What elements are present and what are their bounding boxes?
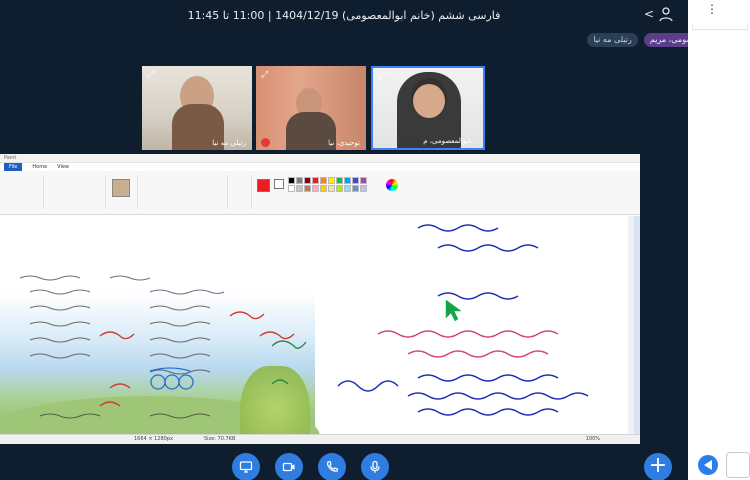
shapes-group[interactable] <box>140 175 228 209</box>
shared-screen: Paint File Home View 1664 × 1280px Size:… <box>0 154 640 444</box>
expand-icon[interactable]: ⤢ <box>378 72 388 82</box>
color-swatch[interactable] <box>328 177 335 184</box>
color-swatch[interactable] <box>336 177 343 184</box>
user-icon <box>659 7 673 22</box>
paint-ribbon <box>0 171 640 215</box>
paint-status-bar: 1664 × 1280px Size: 70.7KB 100% <box>0 434 640 444</box>
expand-icon[interactable]: ⤢ <box>261 70 271 80</box>
color1-swatch[interactable] <box>257 179 270 192</box>
screen-share-icon <box>239 461 253 473</box>
screen-share-button[interactable] <box>232 453 260 480</box>
color-swatch[interactable] <box>344 185 351 192</box>
user-menu[interactable]: < <box>644 6 674 22</box>
canvas-dimensions: 1664 × 1280px <box>134 436 173 442</box>
color-swatch[interactable] <box>296 185 303 192</box>
color-swatch[interactable] <box>312 185 319 192</box>
meeting-title: فارسی ششم (خانم ابوالمعصومی) 1404/12/19 … <box>187 9 501 22</box>
textbook-text-image <box>19 275 307 419</box>
video-tile[interactable]: ⤢ توحیدی، نیا <box>256 66 366 150</box>
handwritten-notes-image <box>337 224 589 416</box>
phone-button[interactable] <box>318 453 346 480</box>
clipboard-group[interactable] <box>4 175 44 209</box>
video-tile[interactable]: ⤢ رتیلی مه نیا <box>142 66 252 150</box>
send-icon[interactable] <box>698 455 718 475</box>
color-swatch[interactable] <box>288 185 295 192</box>
chat-panel-header <box>692 24 748 30</box>
brush-icon[interactable] <box>112 179 130 197</box>
textbook-page-image <box>0 216 320 434</box>
call-controls <box>232 453 389 480</box>
zoom-level: 100% <box>585 436 600 442</box>
color-swatch[interactable] <box>360 185 367 192</box>
image-group[interactable] <box>46 175 106 209</box>
color-swatch[interactable] <box>352 177 359 184</box>
microphone-icon <box>370 460 380 473</box>
file-size: Size: 70.7KB <box>204 436 236 442</box>
more-vertical-icon[interactable]: ⋮ <box>706 2 718 16</box>
color-swatch[interactable] <box>312 177 319 184</box>
color2-swatch[interactable] <box>274 179 284 189</box>
color-palette[interactable] <box>288 177 367 192</box>
color-swatch[interactable] <box>304 185 311 192</box>
video-name: رتیلی مه نیا <box>212 139 246 147</box>
participant-name: رتیلی مه نیا <box>593 35 632 44</box>
color-swatch[interactable] <box>320 177 327 184</box>
color-swatch[interactable] <box>304 177 311 184</box>
microphone-button[interactable] <box>361 453 389 480</box>
muted-microphone-icon <box>261 138 270 147</box>
paint-tab-view[interactable]: View <box>57 163 69 171</box>
color-swatch[interactable] <box>360 177 367 184</box>
color-swatch[interactable] <box>352 185 359 192</box>
participant-chip[interactable]: رتیلی مه نیا <box>587 33 638 47</box>
paint-canvas[interactable] <box>0 216 634 434</box>
video-name: توحیدی، نیا <box>328 139 360 147</box>
video-tile-active[interactable]: ⤢ ابوالمعصومی، م... <box>371 66 485 150</box>
top-bar: فارسی ششم (خانم ابوالمعصومی) 1404/12/19 … <box>0 0 688 32</box>
camera-button[interactable] <box>275 453 303 480</box>
paint-tab-file[interactable]: File <box>4 163 23 171</box>
paint-tab-home[interactable]: Home <box>32 163 47 171</box>
chat-input[interactable] <box>726 452 750 478</box>
size-group[interactable] <box>230 175 252 209</box>
color-swatch[interactable] <box>344 177 351 184</box>
phone-icon <box>326 460 339 472</box>
color-swatch[interactable] <box>288 177 295 184</box>
color-swatch[interactable] <box>320 185 327 192</box>
chevron-left-icon[interactable]: < <box>644 7 654 21</box>
chat-panel: ⋮ <box>688 0 750 480</box>
canvas-scrollbar[interactable] <box>628 216 634 434</box>
paint-canvas-area[interactable] <box>0 216 640 434</box>
paint-title-bar: Paint <box>0 154 640 163</box>
edit-colors-icon[interactable] <box>386 179 398 191</box>
color-swatch[interactable] <box>336 185 343 192</box>
expand-icon[interactable]: ⤢ <box>147 70 157 80</box>
video-name: ابوالمعصومی، م... <box>423 137 477 145</box>
camera-icon <box>282 462 295 472</box>
add-button[interactable]: + <box>644 453 672 480</box>
color-swatch[interactable] <box>296 177 303 184</box>
paint-tabs: File Home View <box>0 163 640 171</box>
color-swatch[interactable] <box>328 185 335 192</box>
